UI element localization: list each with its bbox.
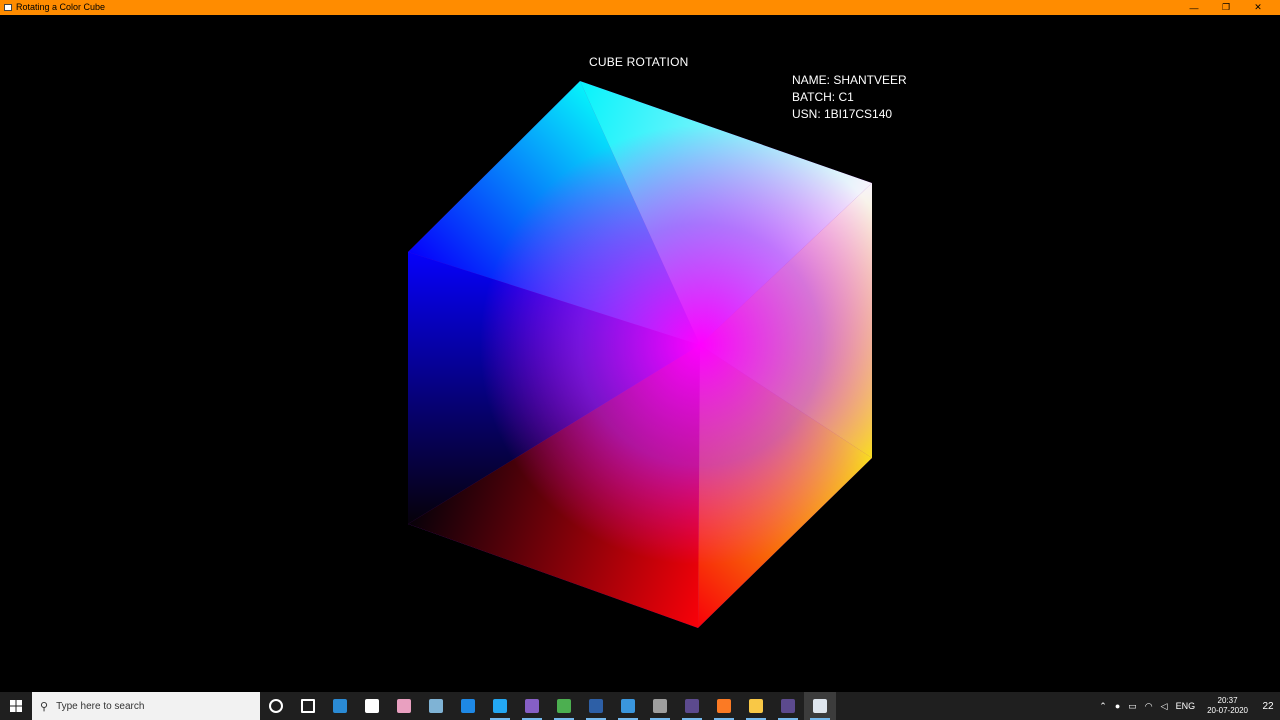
eclipse-icon (685, 699, 699, 713)
taskbar-app-xampp[interactable] (708, 692, 740, 720)
student-info: NAME: SHANTVEER BATCH: C1 USN: 1BI17CS14… (792, 72, 907, 123)
opengl-canvas[interactable]: CUBE ROTATION NAME: SHANTVEER BATCH: C1 … (0, 15, 1280, 692)
info-usn: USN: 1BI17CS140 (792, 107, 893, 121)
wifi-icon[interactable]: ◠ (1145, 701, 1153, 712)
window-titlebar: Rotating a Color Cube — ❐ ✕ (0, 0, 1280, 15)
scene-heading: CUBE ROTATION (589, 55, 689, 69)
windows-logo-icon (10, 700, 22, 712)
taskbar-app-store[interactable] (356, 692, 388, 720)
info-name: NAME: SHANTVEER (792, 73, 907, 87)
paint-icon (397, 699, 411, 713)
clock-date: 20-07-2020 (1207, 706, 1248, 715)
minimize-button[interactable]: — (1178, 0, 1210, 15)
taskbar-app-paint[interactable] (388, 692, 420, 720)
taskbar-apps (260, 692, 836, 720)
powershell-icon (589, 699, 603, 713)
search-icon: ⚲ (40, 700, 49, 713)
taskbar-app-notes[interactable] (420, 692, 452, 720)
taskbar: ⚲ Type here to search ⌃ ● ▭ ◠ ◁ ENG 20:3… (0, 692, 1280, 720)
maximize-button[interactable]: ❐ (1210, 0, 1242, 15)
visual-studio-icon (525, 699, 539, 713)
window-title: Rotating a Color Cube (16, 2, 106, 12)
glut-window-icon (813, 699, 827, 713)
chrome-icon (557, 699, 571, 713)
taskbar-app-chrome[interactable] (548, 692, 580, 720)
taskbar-app-calculator[interactable] (644, 692, 676, 720)
mail-icon (333, 699, 347, 713)
xampp-icon (717, 699, 731, 713)
microphone-icon[interactable]: ● (1115, 701, 1120, 711)
volume-icon[interactable]: ◁ (1161, 701, 1168, 712)
taskbar-app-powershell[interactable] (580, 692, 612, 720)
taskbar-app-vscode[interactable] (484, 692, 516, 720)
azure-studio-icon (621, 699, 635, 713)
color-cube (408, 81, 872, 628)
task-view-icon (301, 699, 315, 713)
taskbar-app-task-view[interactable] (292, 692, 324, 720)
cortana-icon (269, 699, 283, 713)
edge-icon (461, 699, 475, 713)
notes-icon (429, 699, 443, 713)
battery-icon[interactable]: ▭ (1128, 701, 1137, 712)
taskbar-app-cortana[interactable] (260, 692, 292, 720)
chevron-up-icon[interactable]: ⌃ (1099, 701, 1107, 712)
taskbar-app-file-explorer[interactable] (740, 692, 772, 720)
taskbar-app-edge[interactable] (452, 692, 484, 720)
taskbar-app-eclipse-2[interactable] (772, 692, 804, 720)
clock[interactable]: 20:37 20-07-2020 (1207, 696, 1248, 716)
app-icon (4, 4, 12, 11)
file-explorer-icon (749, 699, 763, 713)
info-batch: BATCH: C1 (792, 90, 854, 104)
taskbar-app-eclipse[interactable] (676, 692, 708, 720)
system-tray: ⌃ ● ▭ ◠ ◁ ENG 20:37 20-07-2020 22 (1095, 692, 1280, 720)
store-icon (365, 699, 379, 713)
taskbar-app-azure-studio[interactable] (612, 692, 644, 720)
clock-time: 20:37 (1217, 696, 1238, 705)
taskbar-app-visual-studio[interactable] (516, 692, 548, 720)
vscode-icon (493, 699, 507, 713)
taskbar-app-glut-window[interactable] (804, 692, 836, 720)
language-indicator[interactable]: ENG (1176, 701, 1196, 711)
taskbar-search-box[interactable]: ⚲ Type here to search (32, 692, 260, 720)
calculator-icon (653, 699, 667, 713)
notifications-button[interactable]: 22 (1256, 692, 1280, 720)
notification-count: 22 (1262, 700, 1274, 712)
taskbar-app-mail[interactable] (324, 692, 356, 720)
close-button[interactable]: ✕ (1242, 0, 1274, 15)
start-button[interactable] (0, 692, 32, 720)
search-placeholder: Type here to search (56, 700, 145, 712)
eclipse-2-icon (781, 699, 795, 713)
